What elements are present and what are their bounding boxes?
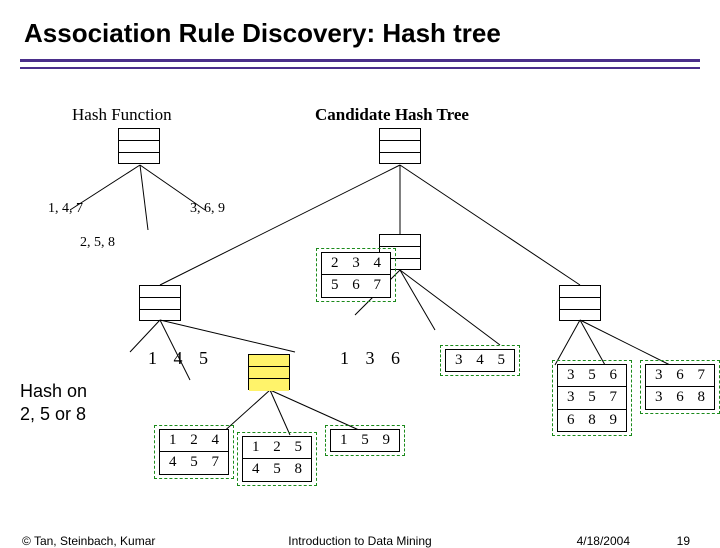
cell: 3 5 7 [557, 387, 627, 409]
cell: 1 2 5 [242, 436, 312, 459]
leaf-125-458: 1 2 5 4 5 8 [237, 432, 317, 486]
cell: 5 6 7 [321, 275, 391, 297]
hashbox-root [379, 128, 421, 164]
leaf-159: 1 5 9 [325, 425, 405, 456]
leaf-345: 3 4 5 [440, 345, 520, 376]
hashbox-left [139, 285, 181, 321]
diagram-stage: Hash Function Candidate Hash Tree 1, 4, … [0, 70, 720, 500]
footer-page: 19 [677, 534, 690, 548]
cell: 3 4 5 [445, 349, 515, 372]
hash-on-line2: 2, 5 or 8 [20, 404, 86, 424]
cell: 1 5 9 [330, 429, 400, 452]
slide-title: Association Rule Discovery: Hash tree [0, 0, 720, 59]
branch-147-label: 1, 4, 7 [48, 201, 83, 217]
cell: 4 5 8 [242, 459, 312, 481]
footer-date: 4/18/2004 [577, 534, 630, 548]
title-divider-thin [20, 67, 700, 69]
node-145: 1 4 5 [148, 348, 214, 369]
cell: 4 5 7 [159, 452, 229, 474]
hash-function-label: Hash Function [72, 105, 172, 125]
hashbox-yellow [248, 354, 290, 390]
cell: 2 3 4 [321, 252, 391, 275]
branch-369-label: 3, 6, 9 [190, 201, 225, 217]
cell: 3 5 6 [557, 364, 627, 387]
candidate-hash-tree-label: Candidate Hash Tree [315, 105, 469, 125]
hashbox-hashfunction [118, 128, 160, 164]
cell: 1 2 4 [159, 429, 229, 452]
title-divider-thick [20, 59, 700, 62]
cell: 3 6 7 [645, 364, 715, 387]
hashbox-right [559, 285, 601, 321]
branch-258-label: 2, 5, 8 [80, 235, 115, 251]
leaf-234-567: 2 3 4 5 6 7 [316, 248, 396, 302]
leaf-124-457: 1 2 4 4 5 7 [154, 425, 234, 479]
hash-on-line1: Hash on [20, 381, 87, 401]
cell: 6 8 9 [557, 410, 627, 432]
node-136: 1 3 6 [340, 348, 406, 369]
leaf-367-368: 3 6 7 3 6 8 [640, 360, 720, 414]
cell: 3 6 8 [645, 387, 715, 409]
hash-on-note: Hash on 2, 5 or 8 [20, 380, 87, 427]
leaf-356-357-689: 3 5 6 3 5 7 6 8 9 [552, 360, 632, 436]
